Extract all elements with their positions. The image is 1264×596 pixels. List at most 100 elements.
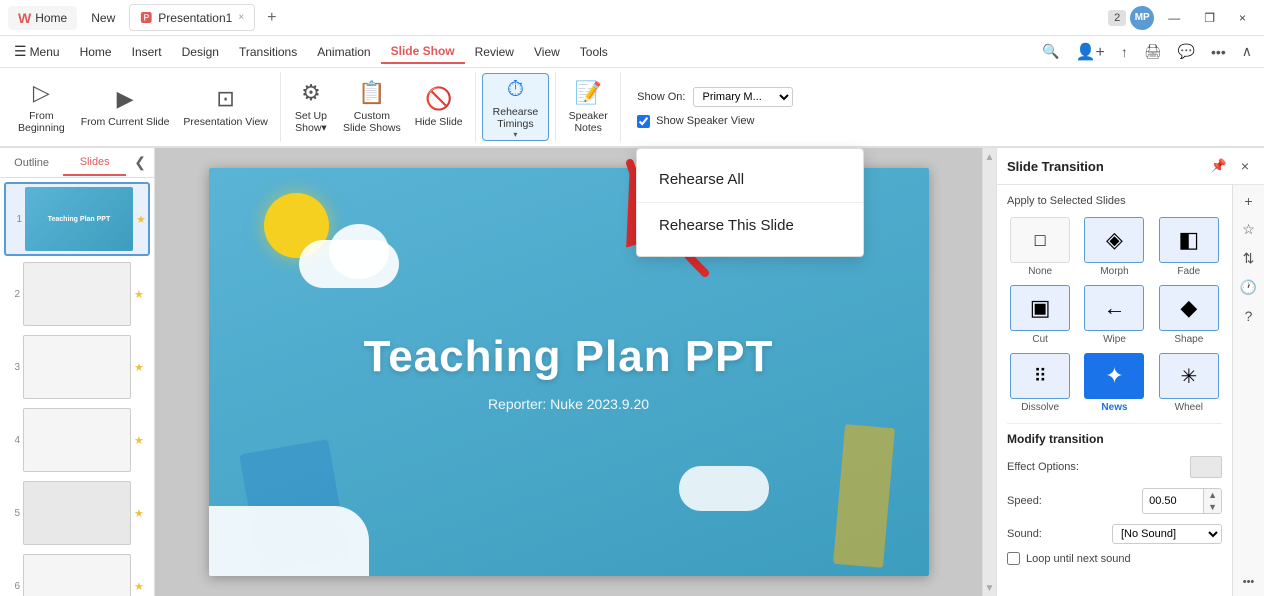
panel-icon-more[interactable]: ••• bbox=[1243, 576, 1255, 588]
collapse-ribbon-button[interactable]: ∧ bbox=[1234, 39, 1260, 64]
presentation-file-tab[interactable]: 🅿 Presentation1 × bbox=[129, 4, 255, 31]
speed-input[interactable] bbox=[1143, 493, 1203, 509]
sound-select[interactable]: [No Sound] bbox=[1112, 524, 1222, 544]
panel-close-icon[interactable]: × bbox=[1236, 156, 1254, 176]
print-button[interactable]: 🖨 bbox=[1136, 39, 1170, 64]
slide-item[interactable]: 4 ★ bbox=[4, 405, 150, 475]
transition-none-thumb: □ bbox=[1010, 217, 1070, 263]
transition-morph[interactable]: ◈ Morph bbox=[1081, 217, 1147, 277]
transition-dissolve-label: Dissolve bbox=[1021, 402, 1059, 413]
panel-icon-add[interactable]: + bbox=[1244, 193, 1252, 209]
slide-subtitle: Reporter: Nuke 2023.9.20 bbox=[488, 396, 649, 412]
slide-thumbnail bbox=[23, 408, 131, 472]
from-beginning-icon: ▷ bbox=[33, 80, 50, 106]
menu-item-home[interactable]: Home bbox=[70, 41, 122, 63]
slide-item[interactable]: 3 ★ bbox=[4, 332, 150, 402]
transition-fade[interactable]: ◧ Fade bbox=[1156, 217, 1222, 277]
loop-checkbox[interactable] bbox=[1007, 552, 1020, 565]
minimize-button[interactable]: — bbox=[1158, 7, 1190, 29]
slide-title: Teaching Plan PPT bbox=[364, 332, 774, 382]
close-tab-icon[interactable]: × bbox=[238, 12, 244, 23]
main-area: Outline Slides ❮ 1 Teaching Plan PPT ★ 2… bbox=[0, 148, 1264, 596]
canvas-scrollbar: ▲ ▼ bbox=[982, 148, 996, 596]
transition-none[interactable]: □ None bbox=[1007, 217, 1073, 277]
scroll-up-arrow[interactable]: ▲ bbox=[983, 150, 997, 165]
scroll-down-arrow[interactable]: ▼ bbox=[983, 581, 997, 596]
slides-tab[interactable]: Slides bbox=[63, 150, 126, 176]
restore-button[interactable]: ❐ bbox=[1194, 7, 1225, 29]
speed-row: Speed: ▲ ▼ bbox=[1007, 488, 1222, 514]
outline-tab[interactable]: Outline bbox=[0, 151, 63, 175]
from-current-slide-button[interactable]: ▶ From Current Slide bbox=[75, 73, 176, 141]
loop-label: Loop until next sound bbox=[1026, 553, 1131, 565]
from-beginning-button[interactable]: ▷ FromBeginning bbox=[10, 73, 73, 141]
home-tab[interactable]: W Home bbox=[8, 6, 77, 30]
panel-icon-history[interactable]: 🕐 bbox=[1240, 279, 1257, 296]
menu-item-animation[interactable]: Animation bbox=[307, 41, 380, 63]
rehearse-all-item[interactable]: Rehearse All bbox=[637, 157, 863, 202]
slide-thumbnail bbox=[23, 335, 131, 399]
sidebar-tabs-row: Outline Slides ❮ bbox=[0, 148, 154, 178]
panel-header: Slide Transition 📌 × bbox=[997, 148, 1264, 185]
star-icon: ★ bbox=[134, 361, 144, 374]
panel-main: Apply to Selected Slides □ None ◈ Morph bbox=[997, 185, 1232, 596]
menu-bar: ☰ Menu Home Insert Design Transitions An… bbox=[0, 36, 1264, 68]
new-tab[interactable]: New bbox=[81, 7, 125, 29]
search-icon: 🔍 bbox=[1034, 39, 1067, 64]
rehearse-timings-button[interactable]: ⏱ RehearseTimings ▾ bbox=[482, 73, 550, 141]
panel-icon-help[interactable]: ? bbox=[1245, 308, 1253, 324]
menu-item-insert[interactable]: Insert bbox=[122, 41, 172, 63]
slide-item[interactable]: 2 ★ bbox=[4, 259, 150, 329]
transition-shape[interactable]: ◆ Shape bbox=[1156, 285, 1222, 345]
transition-dissolve[interactable]: ⠿ Dissolve bbox=[1007, 353, 1073, 413]
speaker-notes-icon: 📝 bbox=[574, 80, 601, 106]
star-icon: ★ bbox=[134, 288, 144, 301]
transition-cut[interactable]: ▣ Cut bbox=[1007, 285, 1073, 345]
presentation-view-button[interactable]: ⊡ Presentation View bbox=[177, 73, 273, 141]
menu-item-design[interactable]: Design bbox=[172, 41, 229, 63]
panel-right-icons: + ☆ ⇅ 🕐 ? ••• bbox=[1232, 185, 1264, 596]
show-speaker-view-checkbox[interactable] bbox=[637, 115, 650, 128]
transition-wheel[interactable]: ✳ Wheel bbox=[1156, 353, 1222, 413]
transition-wipe-thumb: ← bbox=[1084, 285, 1144, 331]
menu-btn[interactable]: ☰ Menu bbox=[4, 39, 70, 64]
menu-item-view[interactable]: View bbox=[524, 41, 570, 63]
wps-logo-icon: W bbox=[18, 10, 31, 26]
transition-news[interactable]: ✦ News bbox=[1081, 353, 1147, 413]
add-tab-button[interactable]: + bbox=[259, 5, 284, 31]
menu-item-tools[interactable]: Tools bbox=[570, 41, 618, 63]
transition-wipe-label: Wipe bbox=[1103, 334, 1126, 345]
close-button[interactable]: × bbox=[1229, 7, 1256, 29]
speed-down-arrow[interactable]: ▼ bbox=[1204, 501, 1221, 513]
slide-item[interactable]: 5 ★ bbox=[4, 478, 150, 548]
show-on-select[interactable]: Primary M... bbox=[693, 87, 793, 107]
export-button[interactable]: ↑ bbox=[1113, 40, 1136, 64]
slide-number: 4 bbox=[6, 435, 20, 446]
speaker-notes-button[interactable]: 📝 SpeakerNotes bbox=[562, 73, 614, 141]
comment-button[interactable]: 💬 bbox=[1170, 39, 1203, 64]
menu-item-review[interactable]: Review bbox=[465, 41, 524, 63]
hide-slide-button[interactable]: 🚫 Hide Slide bbox=[409, 73, 469, 141]
panel-icon-filter[interactable]: ⇅ bbox=[1243, 250, 1255, 267]
cloud-decoration-3 bbox=[209, 506, 369, 576]
transition-cut-thumb: ▣ bbox=[1010, 285, 1070, 331]
slides-list: 1 Teaching Plan PPT ★ 2 ★ 3 ★ 4 bbox=[0, 178, 154, 596]
title-bar: W Home New 🅿 Presentation1 × + 2 MP — ❐ … bbox=[0, 0, 1264, 36]
collapse-sidebar-button[interactable]: ❮ bbox=[126, 148, 154, 177]
panel-pin-icon[interactable]: 📌 bbox=[1206, 156, 1232, 176]
slide-item[interactable]: 6 ★ bbox=[4, 551, 150, 596]
speed-up-arrow[interactable]: ▲ bbox=[1204, 489, 1221, 501]
rehearse-this-slide-item[interactable]: Rehearse This Slide bbox=[637, 203, 863, 248]
set-up-show-button[interactable]: ⚙ Set UpShow▾ bbox=[287, 73, 335, 141]
menu-item-transitions[interactable]: Transitions bbox=[229, 41, 307, 63]
transition-news-thumb: ✦ bbox=[1084, 353, 1144, 399]
effect-options-box[interactable] bbox=[1190, 456, 1222, 478]
share-button[interactable]: 👤+ bbox=[1068, 38, 1113, 66]
menu-item-slideshow[interactable]: Slide Show bbox=[381, 40, 465, 64]
slide-item[interactable]: 1 Teaching Plan PPT ★ bbox=[4, 182, 150, 256]
user-avatar: MP bbox=[1130, 6, 1154, 30]
panel-icon-star[interactable]: ☆ bbox=[1242, 221, 1255, 238]
transition-wipe[interactable]: ← Wipe bbox=[1081, 285, 1147, 345]
more-button[interactable]: ••• bbox=[1203, 40, 1234, 64]
custom-slide-shows-button[interactable]: 📋 CustomSlide Shows bbox=[337, 73, 407, 141]
